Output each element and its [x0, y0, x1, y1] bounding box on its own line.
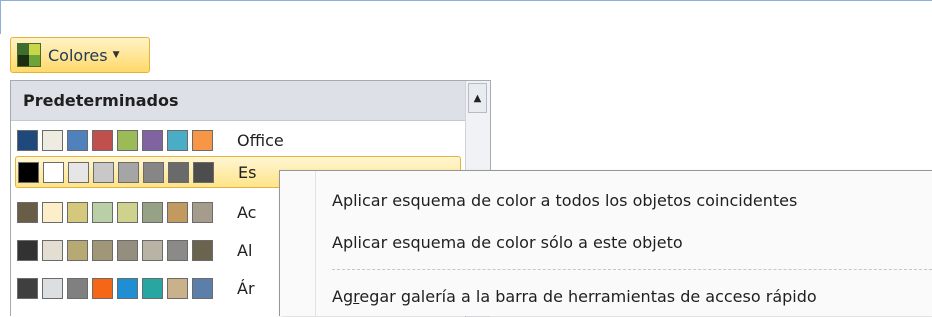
color-swatch	[117, 239, 138, 261]
menu-item-text: Ag	[332, 287, 354, 306]
color-swatch	[67, 201, 88, 223]
color-swatch	[167, 201, 188, 223]
color-swatch	[142, 129, 163, 151]
color-swatch	[117, 277, 138, 299]
color-swatches	[17, 201, 217, 223]
color-swatch	[17, 201, 38, 223]
menu-item-text: egar galería a la barra de herramientas …	[359, 287, 817, 306]
color-swatch	[142, 201, 163, 223]
color-scheme-label: Al	[237, 240, 253, 260]
color-swatch	[117, 129, 138, 151]
color-swatch	[168, 161, 189, 183]
color-swatch	[42, 201, 63, 223]
color-swatch	[167, 129, 188, 151]
colors-button-label: Colores	[48, 45, 108, 65]
color-swatch	[142, 239, 163, 261]
color-swatches	[17, 129, 217, 151]
color-scheme-icon	[17, 43, 41, 67]
color-scheme-label: Office	[237, 130, 284, 150]
menu-item-apply-all[interactable]: Aplicar esquema de color a todos los obj…	[332, 191, 797, 210]
color-swatch	[68, 161, 89, 183]
color-swatch	[43, 161, 64, 183]
menu-separator	[332, 269, 932, 270]
menu-item-add-to-quick-access[interactable]: Agregar galería a la barra de herramient…	[332, 287, 817, 306]
menu-item-apply-this[interactable]: Aplicar esquema de color sólo a este obj…	[332, 233, 683, 252]
color-swatch	[192, 201, 213, 223]
color-swatch	[92, 201, 113, 223]
color-swatch	[142, 277, 163, 299]
color-swatch	[42, 239, 63, 261]
color-swatch	[192, 129, 213, 151]
color-swatch	[92, 239, 113, 261]
color-swatch	[17, 129, 38, 151]
color-swatch	[17, 239, 38, 261]
color-swatch	[143, 161, 164, 183]
color-swatches	[17, 239, 217, 261]
color-swatch	[92, 277, 113, 299]
color-swatch	[192, 277, 213, 299]
color-scheme-label: Ac	[237, 202, 257, 222]
color-swatch	[42, 277, 63, 299]
color-swatch	[193, 161, 214, 183]
context-menu: Aplicar esquema de color a todos los obj…	[279, 170, 932, 317]
scroll-up-arrow-icon[interactable]: ▲	[468, 83, 487, 113]
color-swatch	[167, 277, 188, 299]
color-scheme-item[interactable]: Office	[15, 124, 461, 156]
color-swatch	[117, 201, 138, 223]
color-swatch	[67, 277, 88, 299]
color-swatches	[17, 277, 217, 299]
color-swatch	[93, 161, 114, 183]
color-swatch	[92, 129, 113, 151]
color-scheme-label: Ár	[237, 278, 255, 298]
color-swatch	[167, 239, 188, 261]
color-swatch	[192, 239, 213, 261]
color-swatch	[67, 239, 88, 261]
ribbon-panel-frame	[0, 0, 932, 34]
color-swatch	[67, 129, 88, 151]
color-swatch	[17, 277, 38, 299]
color-swatches	[18, 161, 218, 183]
color-swatch	[118, 161, 139, 183]
color-swatch	[42, 129, 63, 151]
gallery-header: Predeterminados	[11, 81, 465, 121]
color-swatch	[18, 161, 39, 183]
dropdown-arrow-icon: ▼	[112, 50, 120, 60]
color-scheme-label: Es	[238, 162, 257, 182]
colors-button[interactable]: Colores ▼	[10, 37, 150, 73]
